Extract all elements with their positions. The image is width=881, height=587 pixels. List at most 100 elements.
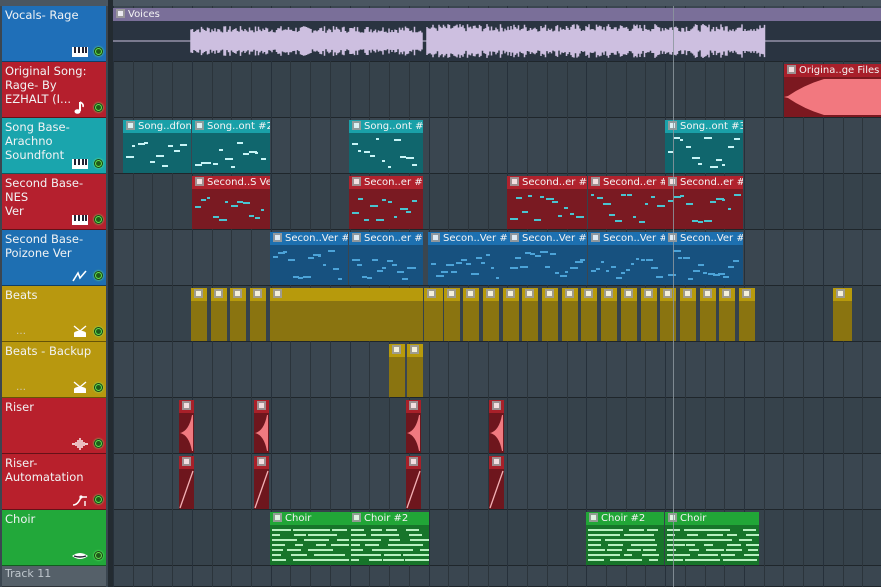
- clip-header[interactable]: Voices: [113, 8, 881, 21]
- clip-header[interactable]: [463, 288, 479, 301]
- clip-header[interactable]: Second..S Ver: [192, 176, 270, 189]
- clip-header[interactable]: [601, 288, 617, 301]
- clip-header[interactable]: [270, 288, 423, 301]
- clip-header[interactable]: [179, 456, 194, 469]
- clip-header[interactable]: [522, 288, 538, 301]
- riser-clip[interactable]: [406, 400, 421, 453]
- mute-toggle-led[interactable]: [94, 215, 103, 224]
- beat-clip[interactable]: [581, 288, 597, 341]
- mute-toggle-led[interactable]: [94, 439, 103, 448]
- clip-header[interactable]: Second..er #3: [665, 176, 743, 189]
- beat-clip[interactable]: [562, 288, 578, 341]
- pattern-clip[interactable]: Secon..er #2: [349, 232, 423, 285]
- track-name[interactable]: Beats - Backup: [5, 344, 103, 358]
- track-header-riser[interactable]: Riser: [2, 398, 106, 454]
- riser-clip[interactable]: [179, 400, 194, 453]
- track-header-second-base[interactable]: Second Base- Poizone Ver: [2, 230, 106, 286]
- beat-clip[interactable]: [739, 288, 755, 341]
- mute-toggle-led[interactable]: [94, 103, 103, 112]
- clip-header[interactable]: [254, 456, 269, 469]
- track-name[interactable]: Choir: [5, 512, 103, 526]
- clip-header[interactable]: [211, 288, 227, 301]
- track-header-vocals-rage[interactable]: Vocals- Rage: [2, 6, 106, 62]
- track-options-dots[interactable]: …: [16, 326, 26, 337]
- pattern-clip[interactable]: Secon..er #2: [349, 176, 423, 229]
- track-name[interactable]: Beats: [5, 288, 103, 302]
- track-header-song-base[interactable]: Song Base- Arachno Soundfont: [2, 118, 106, 174]
- clip-header[interactable]: [406, 456, 421, 469]
- pattern-clip[interactable]: Secon..Ver #2: [507, 232, 587, 285]
- clip-header[interactable]: [621, 288, 637, 301]
- clip-header[interactable]: [406, 400, 421, 413]
- clip-header[interactable]: [542, 288, 558, 301]
- clip-header[interactable]: Song..ont #3: [665, 120, 743, 133]
- pattern-clip[interactable]: Secon..Ver #2: [270, 232, 348, 285]
- pattern-clip[interactable]: Second..er #3: [665, 176, 743, 229]
- clip-header[interactable]: Song..dfont: [123, 120, 191, 133]
- clip-header[interactable]: [719, 288, 735, 301]
- beat-clip[interactable]: [483, 288, 499, 341]
- clip-header[interactable]: [700, 288, 716, 301]
- beat-clip[interactable]: [270, 288, 423, 341]
- clip-header[interactable]: Secon..er #2: [349, 232, 423, 245]
- clip-header[interactable]: [680, 288, 696, 301]
- mute-toggle-led[interactable]: [94, 159, 103, 168]
- clip-header[interactable]: Secon..Ver #2: [428, 232, 507, 245]
- beat-clip[interactable]: [230, 288, 246, 341]
- clip-header[interactable]: [489, 400, 504, 413]
- beat-clip[interactable]: [250, 288, 266, 341]
- beat-clip[interactable]: [601, 288, 617, 341]
- beat-clip[interactable]: [522, 288, 538, 341]
- riser-automation-clip[interactable]: [406, 456, 421, 509]
- beat-clip[interactable]: [641, 288, 657, 341]
- riser-automation-clip[interactable]: [489, 456, 504, 509]
- riser-automation-clip[interactable]: [254, 456, 269, 509]
- mute-toggle-led[interactable]: [94, 47, 103, 56]
- track-header-second-base-nes[interactable]: Second Base- NES Ver: [2, 174, 106, 230]
- clip-header[interactable]: Choir: [665, 512, 759, 525]
- playlist-row[interactable]: [113, 510, 881, 566]
- beat-clip[interactable]: [719, 288, 735, 341]
- audio-clip-voices[interactable]: Voices: [113, 8, 881, 61]
- beat-backup-clip[interactable]: [407, 344, 423, 397]
- riser-clip[interactable]: [489, 400, 504, 453]
- riser-clip[interactable]: [254, 400, 269, 453]
- beat-clip[interactable]: [191, 288, 207, 341]
- pattern-clip[interactable]: Song..ont #3: [665, 120, 743, 173]
- clip-header[interactable]: Choir #2: [586, 512, 664, 525]
- clip-header[interactable]: [179, 400, 194, 413]
- clip-header[interactable]: Song..ont #2: [192, 120, 270, 133]
- track-header-original-song[interactable]: Original Song: Rage- By EZHALT (I...: [2, 62, 106, 118]
- track-options-dots[interactable]: …: [16, 382, 26, 393]
- clip-header[interactable]: [641, 288, 657, 301]
- clip-header[interactable]: [389, 344, 405, 357]
- pattern-clip[interactable]: Second..S Ver: [192, 176, 270, 229]
- track-header-riser-automatation[interactable]: Riser- Automatation: [2, 454, 106, 510]
- mute-toggle-led[interactable]: [94, 383, 103, 392]
- pattern-clip[interactable]: Song..dfont: [123, 120, 191, 173]
- track-header-beats-backup[interactable]: Beats - Backup …: [2, 342, 106, 398]
- track-header-beats[interactable]: Beats …: [2, 286, 106, 342]
- clip-header[interactable]: [191, 288, 207, 301]
- pattern-clip[interactable]: Choir: [665, 512, 759, 565]
- clip-header[interactable]: [483, 288, 499, 301]
- track-name[interactable]: Track 11: [5, 567, 103, 581]
- track-name[interactable]: Riser: [5, 400, 103, 414]
- pattern-clip[interactable]: Second..er #3: [588, 176, 666, 229]
- clip-header[interactable]: Choir: [270, 512, 349, 525]
- clip-header[interactable]: Secon..Ver #2: [588, 232, 666, 245]
- beat-clip[interactable]: [680, 288, 696, 341]
- clip-header[interactable]: Secon..Ver #2: [270, 232, 348, 245]
- clip-header[interactable]: [503, 288, 519, 301]
- beat-clip[interactable]: [503, 288, 519, 341]
- pattern-clip[interactable]: Secon..Ver #2: [428, 232, 507, 285]
- playlist-row[interactable]: [113, 342, 881, 398]
- playlist-row[interactable]: [113, 566, 881, 587]
- pattern-clip[interactable]: Song..ont #2: [192, 120, 270, 173]
- mute-toggle-led[interactable]: [94, 327, 103, 336]
- riser-automation-clip[interactable]: [179, 456, 194, 509]
- mute-toggle-led[interactable]: [94, 495, 103, 504]
- pattern-clip[interactable]: Choir #2: [349, 512, 429, 565]
- beat-clip[interactable]: [542, 288, 558, 341]
- clip-header[interactable]: [489, 456, 504, 469]
